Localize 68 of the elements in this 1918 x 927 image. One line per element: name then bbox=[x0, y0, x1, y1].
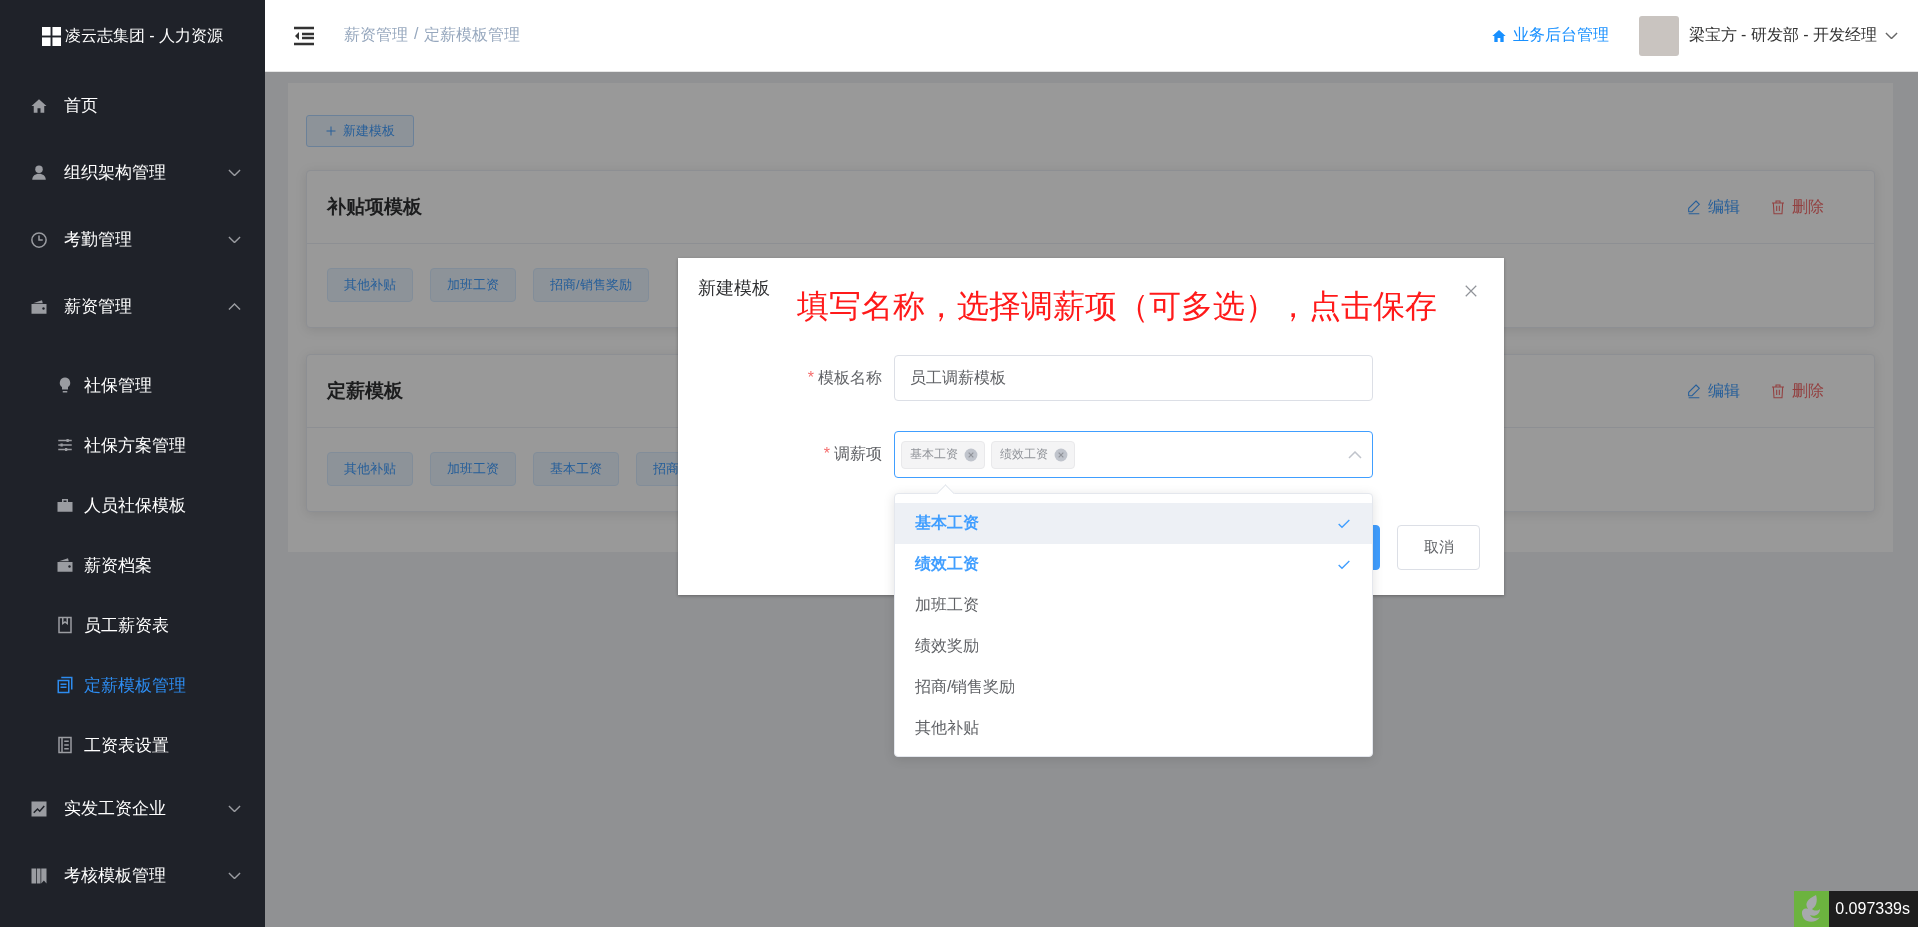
dropdown-option[interactable]: 绩效奖励 bbox=[895, 626, 1372, 667]
flame-logo-icon bbox=[1794, 891, 1830, 927]
chevron-up-icon bbox=[1348, 450, 1362, 459]
sidebar-submenu-item[interactable]: 员工薪资表 bbox=[0, 595, 265, 655]
selected-item-tag: 绩效工资 bbox=[991, 440, 1075, 469]
breadcrumb-separator: / bbox=[414, 25, 419, 44]
document-copy-icon bbox=[56, 676, 74, 694]
chevron-down-icon bbox=[1885, 31, 1898, 40]
chevron-down-icon bbox=[228, 168, 241, 177]
grid-logo-icon bbox=[41, 26, 61, 46]
chevron-up-icon bbox=[228, 302, 241, 311]
pencil-icon bbox=[1686, 383, 1702, 399]
salary-item-tag: 加班工资 bbox=[430, 452, 516, 486]
timing-text: 0.097339s bbox=[1829, 891, 1918, 927]
sidebar-submenu-item[interactable]: 工资表设置 bbox=[0, 715, 265, 775]
dropdown-option[interactable]: 其他补贴 bbox=[895, 708, 1372, 749]
sidebar-submenu-item[interactable]: 定薪模板管理 bbox=[0, 655, 265, 715]
selected-item-tag: 基本工资 bbox=[901, 440, 985, 469]
user-name[interactable]: 梁宝方 - 研发部 - 开发经理 bbox=[1688, 25, 1877, 46]
dialog-title: 新建模板 bbox=[698, 277, 770, 300]
breadcrumb-item: 定薪模板管理 bbox=[424, 25, 521, 45]
salary-item-tag: 基本工资 bbox=[533, 452, 619, 486]
salary-item-tag: 招商/销售奖励 bbox=[533, 268, 649, 302]
sidebar-menu-item[interactable]: 组织架构管理 bbox=[0, 139, 265, 206]
dropdown-option[interactable]: 招商/销售奖励 bbox=[895, 667, 1372, 708]
card-title: 定薪模板 bbox=[327, 379, 403, 403]
user-icon bbox=[30, 163, 48, 182]
field-label: * 模板名称 bbox=[806, 367, 883, 388]
sidebar-menu-item[interactable]: 实发工资企业 bbox=[0, 775, 265, 842]
tag-close-icon bbox=[964, 447, 978, 462]
plus-icon bbox=[325, 125, 337, 137]
app-logo-title: 凌云志集团 - 人力资源 bbox=[64, 25, 224, 46]
tag-close-icon bbox=[1054, 447, 1068, 462]
salary-item-tag: 加班工资 bbox=[430, 268, 516, 302]
wallet-icon bbox=[56, 556, 74, 574]
admin-link[interactable]: 业务后台管理 bbox=[1490, 25, 1609, 46]
briefcase-icon bbox=[56, 496, 74, 514]
home-icon bbox=[1490, 27, 1507, 44]
field-label: * 调薪项 bbox=[822, 444, 883, 464]
avatar-photo-placeholder[interactable] bbox=[1638, 15, 1679, 56]
template-name-input[interactable]: 员工调薪模板 bbox=[894, 355, 1373, 401]
bookmark-icon bbox=[30, 866, 48, 885]
sidebar-submenu-item[interactable]: 社保方案管理 bbox=[0, 415, 265, 475]
book-icon bbox=[56, 616, 74, 634]
sidebar-menu-item[interactable]: 首页 bbox=[0, 72, 265, 139]
salary-item-tag: 其他补贴 bbox=[327, 452, 413, 486]
chevron-down-icon bbox=[228, 804, 241, 813]
annotation-text: 填写名称，选择调薪项（可多选），点击保存 bbox=[797, 287, 1437, 326]
sidebar-menu-item[interactable]: 薪资管理 bbox=[0, 273, 265, 340]
sidebar-submenu-item[interactable]: 人员社保模板 bbox=[0, 475, 265, 535]
list-document-icon bbox=[56, 736, 74, 754]
cancel-button[interactable]: 取消 bbox=[1397, 525, 1480, 570]
wallet-icon bbox=[30, 297, 48, 316]
chevron-down-icon bbox=[228, 235, 241, 244]
salary-item-tag: 其他补贴 bbox=[327, 268, 413, 302]
card-title: 补贴项模板 bbox=[327, 195, 422, 219]
sidebar-submenu-item[interactable]: 薪资档案 bbox=[0, 535, 265, 595]
pencil-icon bbox=[1686, 199, 1702, 215]
trash-icon bbox=[1770, 383, 1786, 399]
sidebar-submenu-item[interactable]: 社保管理 bbox=[0, 355, 265, 415]
clock-icon bbox=[30, 230, 48, 249]
trash-icon bbox=[1770, 199, 1786, 215]
sidebar-menu-item[interactable]: 考核模板管理 bbox=[0, 842, 265, 909]
sliders-icon bbox=[56, 436, 74, 454]
chevron-down-icon bbox=[228, 871, 241, 880]
chart-icon bbox=[30, 799, 48, 818]
sidebar-menu-item[interactable]: 考勤管理 bbox=[0, 206, 265, 273]
dropdown-option[interactable]: 加班工资 bbox=[895, 585, 1372, 626]
